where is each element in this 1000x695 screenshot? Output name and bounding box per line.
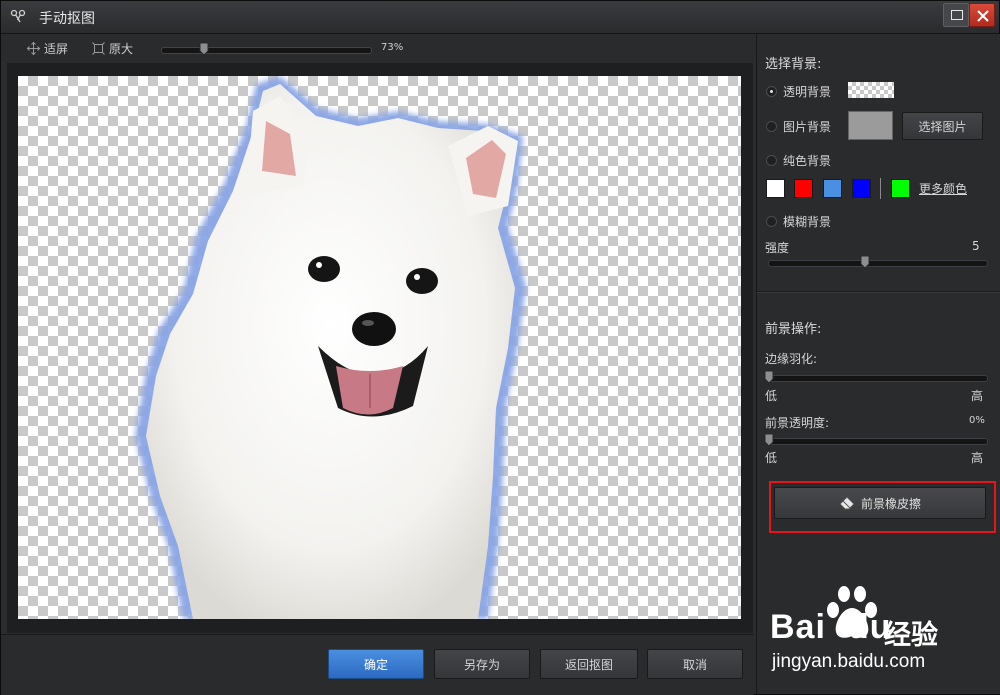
feather-high-label: 高 [971,389,984,403]
feather-label: 边缘羽化: [765,352,818,366]
transparent-canvas[interactable] [18,76,741,619]
choose-image-button[interactable]: 选择图片 [902,112,983,140]
opacity-high-label: 高 [971,451,984,465]
opacity-label: 前景透明度: [765,416,830,430]
color-swatch-white[interactable] [766,179,785,198]
save-as-button[interactable]: 另存为 [434,649,530,679]
opacity-slider-thumb[interactable] [764,433,774,447]
original-size-label: 原大 [109,41,134,56]
opacity-slider[interactable] [764,433,988,447]
fit-screen-icon [27,41,40,55]
foreground-section-title: 前景操作: [765,322,822,337]
strength-slider-thumb[interactable] [860,255,870,269]
watermark-brand-left: Bai [770,608,826,646]
back-to-cutout-button[interactable]: 返回抠图 [540,649,638,679]
foreground-eraser-button[interactable]: 前景橡皮擦 [774,487,986,519]
background-section-title: 选择背景: [765,57,822,72]
more-colors-link[interactable]: 更多颜色 [919,180,967,197]
fit-screen-button[interactable]: 适屏 [27,40,68,56]
original-size-button[interactable]: 原大 [92,40,133,56]
close-button[interactable] [969,3,995,27]
cancel-button[interactable]: 取消 [647,649,743,679]
blur-background-label[interactable]: 模糊背景 [783,213,831,230]
color-swatch-light-blue[interactable] [823,179,842,198]
strength-slider[interactable] [768,255,988,269]
eraser-label: 前景橡皮擦 [860,496,921,511]
color-swatch-blue[interactable] [852,179,871,198]
feather-low-label: 低 [765,389,778,403]
maximize-button[interactable] [943,3,969,27]
view-toolbar: 适屏 原大 [1,34,754,62]
zoom-value: 73% [381,42,404,53]
color-swatch-green[interactable] [891,179,910,198]
manual-cutout-window: 手动抠图 适屏 原大 73% 确定 另存为 返回抠图 取消 选择背景: 透明背景… [0,0,1000,695]
transparent-background-label[interactable]: 透明背景 [783,83,831,100]
original-size-icon [92,41,105,55]
section-divider [757,291,1000,293]
color-swatch-red[interactable] [794,179,813,198]
solid-background-label[interactable]: 纯色背景 [783,152,831,169]
watermark-url: jingyan.baidu.com [772,651,926,672]
blur-background-radio[interactable] [766,216,777,227]
image-preview-swatch [848,111,893,140]
image-background-label[interactable]: 图片背景 [783,118,831,135]
swatch-separator [880,178,881,199]
zoom-slider[interactable] [161,42,372,56]
baidu-jingyan-watermark: Bai du 经验 jingyan.baidu.com [764,584,994,679]
strength-label: 强度 [765,241,790,255]
solid-background-radio[interactable] [766,155,777,166]
title-bar: 手动抠图 [1,1,999,34]
opacity-low-label: 低 [765,451,778,465]
eraser-icon [839,496,855,510]
watermark-product: 经验 [884,620,938,651]
canvas-area [7,63,753,633]
feather-slider-thumb[interactable] [764,370,774,384]
image-background-radio[interactable] [766,121,777,132]
opacity-value: 0% [969,415,985,426]
strength-value: 5 [972,239,980,253]
ok-button[interactable]: 确定 [328,649,424,679]
close-icon [977,10,989,22]
transparent-background-radio[interactable] [766,86,777,97]
app-scissors-icon [10,9,26,23]
fit-screen-label: 适屏 [44,41,69,56]
window-title: 手动抠图 [39,11,95,27]
dialog-button-bar: 确定 另存为 返回抠图 取消 [1,634,754,695]
feather-slider[interactable] [764,370,988,384]
cutout-dog-image [135,76,526,619]
zoom-slider-thumb[interactable] [199,42,209,56]
transparent-swatch [848,82,894,98]
